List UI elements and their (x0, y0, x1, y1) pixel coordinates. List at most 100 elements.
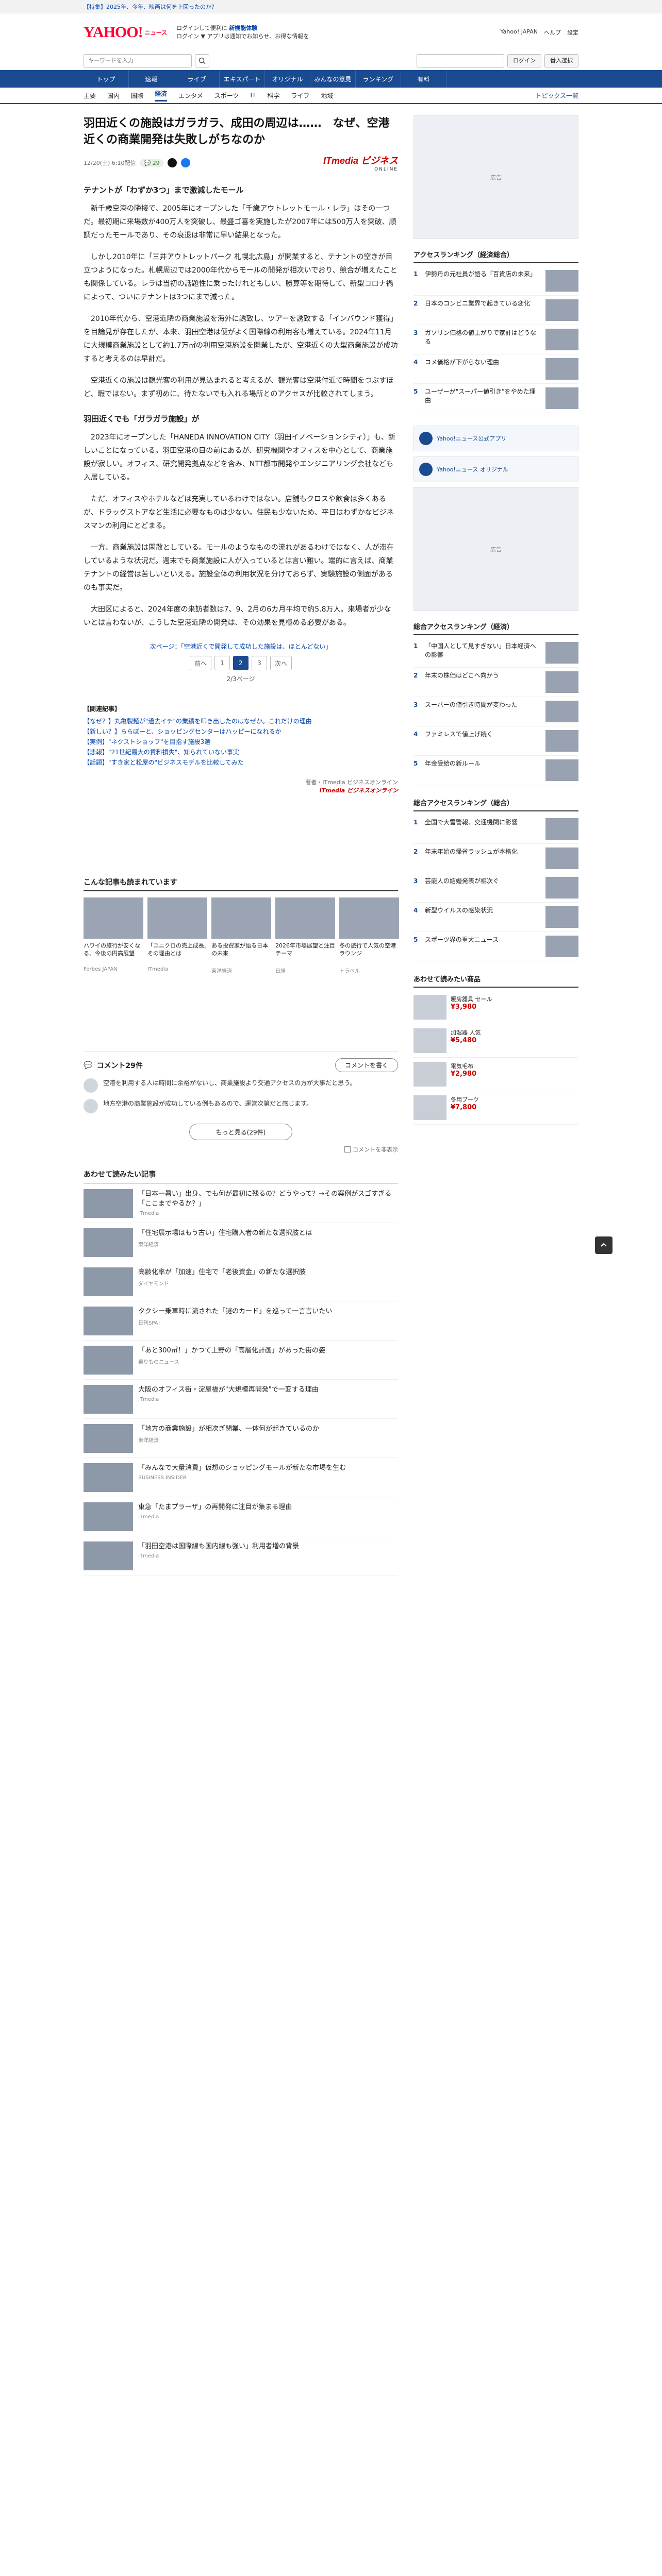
gnav-original[interactable]: オリジナル (265, 70, 310, 88)
also-read-card[interactable]: ある投資家が語る日本の未来 東洋経済 (211, 897, 271, 974)
ranking-item[interactable]: 4 コメ価格が下がらない理由 (413, 354, 578, 384)
cat-local[interactable]: 地域 (321, 91, 333, 100)
cat-science[interactable]: 科学 (267, 91, 279, 100)
cat-life[interactable]: ライフ (291, 91, 309, 100)
related-link[interactable]: 【新しい？】ららぽーと、ショッピングセンターはハッピーになれるか (84, 726, 398, 737)
gnav-expert[interactable]: エキスパート (220, 70, 265, 88)
related-link[interactable]: 【なぜ？】丸亀製麺が"過去イチ"の業績を叩き出したのはなぜか。これだけの理由 (84, 716, 398, 726)
top-notice-link[interactable]: 【特集】2025年、今年、映画は何を上回ったのか？ (84, 3, 217, 11)
rank-number: 3 (413, 701, 418, 708)
shop-item[interactable]: 暖房器具 セール ¥3,980 (413, 991, 578, 1024)
gnav-breaking[interactable]: 速報 (129, 70, 174, 88)
recommended-item[interactable]: 高齢化率が「加速」住宅で「老後資金」の新たな選択肢 ダイヤモンド (84, 1262, 398, 1301)
cat-domestic[interactable]: 国内 (107, 91, 120, 100)
header-link-yahoo[interactable]: Yahoo! JAPAN (500, 28, 538, 37)
shop-item[interactable]: 加湿器 人気 ¥5,480 (413, 1024, 578, 1058)
rank-title: 伊勢丹の元社員が語る「百貨店の未来」 (425, 270, 537, 278)
gnav-paid[interactable]: 有料 (401, 70, 446, 88)
provider-logo[interactable]: ITmedia ビジネス ONLINE (323, 154, 398, 172)
ranking-item[interactable]: 1 「中国人として見すぎない」日本経済への影響 (413, 638, 578, 668)
ranking-item[interactable]: 4 新型ウイルスの感染状況 (413, 903, 578, 932)
shop-name: 暖房器具 セール (451, 996, 492, 1003)
pager-page-1[interactable]: 1 (214, 656, 230, 670)
related-link[interactable]: 【悲報】"21世紀最大の賃料損失"、知られていない事実 (84, 747, 398, 757)
pager-page-3[interactable]: 3 (252, 656, 267, 670)
also-read-card[interactable]: ハワイの旅行が安くなる、今後の円高展望 Forbes JAPAN (84, 897, 143, 974)
secondary-input[interactable] (417, 54, 504, 67)
also-read-card[interactable]: 冬の旅行で人気の空港ラウンジ トラベル (339, 897, 399, 974)
ranking-item[interactable]: 4 ファミレスで値上げ続く (413, 726, 578, 756)
gnav-opinion[interactable]: みんなの意見 (310, 70, 356, 88)
pager-page-2[interactable]: 2 (233, 656, 249, 670)
comments-section: 💬 コメント29件 コメントを書く 空港を利用する人は時間に余裕がないし、商業施… (84, 1052, 398, 1154)
recommended-item[interactable]: タクシー乗車時に流された「謎のカード」を巡って一言言いたい 日刊SPA! (84, 1301, 398, 1341)
facebook-share-icon[interactable] (180, 158, 190, 167)
pager-next[interactable]: 次へ (270, 656, 292, 670)
write-comment-button[interactable]: コメントを書く (335, 1058, 398, 1072)
cat-it[interactable]: IT (250, 92, 256, 99)
rank-number: 1 (413, 270, 418, 278)
ad-slot-2[interactable]: 広告 (413, 487, 578, 611)
search-button[interactable] (195, 54, 209, 67)
ranking-item[interactable]: 3 ガソリン価格の値上がりで家計はどうなる (413, 325, 578, 354)
card-source: 日経 (275, 969, 286, 974)
more-comments-button[interactable]: もっと見る(29件) (189, 1124, 292, 1140)
recommended-item[interactable]: 「住宅展示場はもう古い」住宅購入者の新たな選択肢とは 東洋経済 (84, 1223, 398, 1262)
next-page-link[interactable]: 次ページ：「空港近くで開発して成功した施設は、ほとんどない」 (84, 642, 398, 651)
ranking-item[interactable]: 2 日本のコンビニ業界で起きている変化 (413, 296, 578, 325)
ad-slot[interactable]: 広告 (413, 115, 578, 239)
article-brand[interactable]: ITmedia ビジネスオンライン (84, 786, 398, 794)
cat-main[interactable]: 主要 (84, 91, 96, 100)
header-links: Yahoo! JAPAN ヘルプ 設定 (500, 28, 578, 37)
cat-international[interactable]: 国際 (131, 91, 143, 100)
ranking-item[interactable]: 5 年金受給の新ルール (413, 756, 578, 785)
gnav-live[interactable]: ライブ (174, 70, 220, 88)
login-button[interactable]: ログイン (507, 54, 541, 67)
cat-entertainment[interactable]: エンタメ (178, 91, 203, 100)
ranking-item[interactable]: 2 年末の株価はどこへ向かう (413, 668, 578, 697)
pager-prev[interactable]: 前へ (189, 656, 211, 670)
yahoo-logo[interactable]: YAHOO! (84, 24, 143, 41)
shop-item[interactable]: 冬用ブーツ ¥7,800 (413, 1091, 578, 1125)
shop-item[interactable]: 電気毛布 ¥2,980 (413, 1058, 578, 1091)
cat-sports[interactable]: スポーツ (214, 91, 239, 100)
related-link[interactable]: 【話題】"すき家と松屋の"ビジネスモデルを比較してみた (84, 757, 398, 768)
cat-economy[interactable]: 経済 (155, 89, 168, 101)
recommended-item[interactable]: 「地方の商業施設」が相次ぎ閉業、一体何が起きているのか 東洋経済 (84, 1419, 398, 1458)
gnav-ranking[interactable]: ランキング (356, 70, 401, 88)
original-banner[interactable]: Yahoo!ニュース オリジナル (413, 456, 578, 482)
ranking-item[interactable]: 1 伊勢丹の元社員が語る「百貨店の未来」 (413, 266, 578, 296)
rec-thumbnail (84, 1424, 133, 1453)
header-link-settings[interactable]: 設定 (567, 28, 578, 37)
header-link-help[interactable]: ヘルプ (544, 28, 561, 37)
search-input[interactable] (84, 54, 192, 67)
also-read-card[interactable]: 「ユニクロの売上成長」その理由とは ITmedia (147, 897, 207, 974)
recommended-item[interactable]: 「羽田空港は国際線も国内線も強い」利用者増の背景 ITmedia (84, 1536, 398, 1575)
ranking-item[interactable]: 1 全国で大雪警報、交通機関に影響 (413, 815, 578, 844)
recommended-item[interactable]: 「みんなで大量消費」仮想のショッピングモールが新たな市場を生む BUSINESS … (84, 1458, 398, 1497)
recommended-item[interactable]: 東急「たまプラーザ」の再開発に注目が集まる理由 ITmedia (84, 1497, 398, 1536)
app-banner[interactable]: Yahoo!ニュース公式アプリ (413, 426, 578, 451)
scroll-to-top-button[interactable] (595, 1236, 613, 1254)
related-link[interactable]: 【実例】"ネクストショップ"を目指す施設3選 (84, 737, 398, 747)
recommended-item[interactable]: 大阪のオフィス街・淀屋橋が"大規模再開発"で一変する理由 ITmedia (84, 1380, 398, 1419)
gnav-top[interactable]: トップ (84, 70, 129, 88)
comment-count-badge[interactable]: 💬 29 (140, 159, 163, 167)
select-button[interactable]: 番入選択 (544, 54, 578, 67)
article-paragraph: 2023年にオープンした「HANEDA INNOVATION CITY（羽田イノ… (84, 433, 395, 482)
hide-comments-checkbox[interactable] (344, 1146, 351, 1153)
ranking-item[interactable]: 2 年末年始の帰省ラッシュが本格化 (413, 844, 578, 873)
ranking-item[interactable]: 3 スーパーの値引き時間が変わった (413, 697, 578, 726)
recommended-item[interactable]: 「日本一暑い」出身、でも何が最初に残るの？どうやって？→その案例がスゴすぎる「こ… (84, 1184, 398, 1223)
recommended-item[interactable]: 「あと300㎡！」かつて上野の「高層化計画」があった街の姿 乗りものニュース (84, 1341, 398, 1380)
article-subhead-2: 羽田近くでも「ガラガラ施設」が (84, 414, 200, 423)
promo-link[interactable]: 新機能体験 (229, 25, 257, 31)
x-share-icon[interactable] (167, 158, 177, 167)
rank-title: 日本のコンビニ業界で起きている変化 (425, 300, 531, 307)
ranking-item[interactable]: 5 ユーザーが"スーパー値引き"をやめた理由 (413, 384, 578, 413)
ranking-item[interactable]: 3 芸能人の結婚発表が相次ぐ (413, 873, 578, 903)
rank-thumbnail (545, 818, 578, 840)
ranking-item[interactable]: 5 スポーツ界の重大ニュース (413, 932, 578, 961)
topics-list-link[interactable]: トピックス一覧 (535, 91, 578, 100)
also-read-card[interactable]: 2026年市場展望と注目テーマ 日経 (275, 897, 335, 974)
